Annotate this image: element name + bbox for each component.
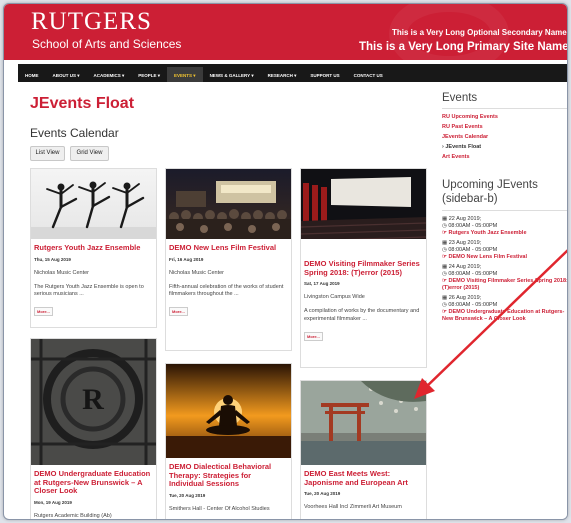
event-card[interactable]: DEMO Visiting Filmmaker Series Spring 20… (300, 168, 427, 368)
secondary-site-name: This is a Very Long Optional Secondary N… (392, 28, 567, 37)
upcoming-heading: Upcoming JEvents (sidebar-b) (442, 179, 538, 206)
event-title-link[interactable]: DEMO New Lens Film Festival (166, 239, 291, 255)
calendar-icon: ▦ (442, 295, 448, 301)
event-location: Nicholas Music Center (34, 269, 90, 276)
event-location: Rutgers Academic Building (Ab) (34, 512, 112, 519)
sidebar-item-art-events[interactable]: Art Events (442, 154, 470, 160)
event-time-text: 08:00AM - 05:00PM (448, 223, 498, 229)
event-date: Sat, 17 Aug 2019 (304, 281, 340, 287)
link-icon: ☞ (442, 230, 447, 236)
rutgers-logo[interactable]: RUTGERS (31, 8, 152, 36)
calendar-icon: ▦ (442, 240, 448, 246)
calendar-title: Events Calendar (30, 126, 119, 140)
event-location: Livingston Campus Wide (304, 294, 365, 301)
event-date: ▦ 24 Aug 2019; (442, 264, 481, 270)
event-time-text: 08:00AM - 05:00PM (448, 302, 498, 308)
event-time: ◷ 08:00AM - 05:00PM (442, 247, 497, 253)
upcoming-event-title: DEMO New Lens Film Festival (448, 254, 528, 260)
event-date: ▦ 23 Aug 2019; (442, 240, 481, 246)
event-card[interactable]: DEMO East Meets West: Japonisme and Euro… (300, 380, 427, 519)
svg-text:R: R (82, 383, 104, 416)
event-date-text: 24 Aug 2019; (448, 264, 482, 270)
upcoming-event-title: DEMO Visiting Filmmaker Series Spring 20… (442, 278, 568, 291)
event-date-text: 23 Aug 2019; (448, 240, 482, 246)
event-date: ▦ 22 Aug 2019; (442, 216, 481, 222)
more-button[interactable]: More... (34, 307, 53, 317)
event-time-text: 08:00AM - 05:00PM (448, 247, 498, 253)
event-card[interactable]: DEMO New Lens Film Festival Fri, 16 Aug … (165, 168, 292, 351)
calendar-icon: ▦ (442, 216, 448, 222)
clock-icon: ◷ (442, 247, 447, 253)
torii-painting[interactable] (301, 381, 426, 465)
crowd-photo[interactable] (166, 169, 291, 239)
event-time: ◷ 08:00AM - 05:00PM (442, 223, 497, 229)
divider (442, 210, 567, 211)
event-date: Tue, 20 Aug 2019 (169, 492, 206, 498)
cinema-photo[interactable] (301, 169, 426, 239)
event-date-text: 26 Aug 2019; (448, 295, 482, 301)
clock-icon: ◷ (442, 271, 447, 277)
site-header: RUTGERS School of Arts and Sciences This… (4, 4, 567, 60)
upcoming-event-title: Rutgers Youth Jazz Ensemble (448, 230, 527, 236)
sidebar-item-label: JEvents Float (445, 144, 482, 150)
sidebar-item-ru-past-events[interactable]: RU Past Events (442, 124, 483, 130)
primary-site-name[interactable]: This is a Very Long Primary Site Name (359, 41, 567, 53)
sidebar-item-jevents-float[interactable]: › JEvents Float (442, 144, 481, 150)
main-content: JEvents Float Events Calendar List View … (18, 82, 568, 519)
sidebar: Events RU Upcoming Events RU Past Events… (442, 82, 568, 519)
school-name[interactable]: School of Arts and Sciences (32, 37, 181, 51)
upcoming-event-link[interactable]: ☞ DEMO Undergraduate Education at Rutger… (442, 309, 567, 322)
link-icon: ☞ (442, 278, 447, 284)
calendar-icon: ▦ (442, 264, 448, 270)
divider (442, 108, 567, 109)
gate-photo[interactable]: R (31, 339, 156, 465)
event-location: Voorhees Hall Incl Zimmerli Art Museum (304, 504, 402, 511)
sidebar-item-ru-upcoming-events[interactable]: RU Upcoming Events (442, 114, 498, 120)
event-time-text: 08:00AM - 05:00PM (448, 271, 498, 277)
event-date: Fri, 16 Aug 2019 (169, 256, 204, 262)
event-description: A compilation of works by the documentar… (304, 308, 420, 322)
event-location: Smithers Hall - Center Of Alcohol Studie… (169, 505, 270, 512)
upcoming-event-link[interactable]: ☞ DEMO New Lens Film Festival (442, 254, 527, 261)
event-card[interactable]: R DEMO Undergraduate Education at Rutger… (30, 338, 157, 519)
event-card[interactable]: Rutgers Youth Jazz Ensemble Thu, 15 Aug … (30, 168, 157, 328)
upcoming-event-link[interactable]: ☞ Rutgers Youth Jazz Ensemble (442, 230, 527, 237)
main-nav: HOME ABOUT US ▾ ACADEMICS ▾ PEOPLE ▾ EVENTS … (18, 64, 567, 85)
event-date-text: 22 Aug 2019; (448, 216, 482, 222)
event-description: The Rutgers Youth Jazz Ensemble is open … (34, 283, 144, 298)
events-heading: Events (442, 92, 478, 104)
event-date: Thu, 15 Aug 2019 (34, 256, 71, 262)
list-view-button[interactable]: List View (30, 146, 65, 161)
event-time: ◷ 08:00AM - 05:00PM (442, 271, 497, 277)
event-title-link[interactable]: DEMO East Meets West: Japonisme and Euro… (301, 465, 426, 489)
link-icon: ☞ (442, 309, 447, 315)
event-time: ◷ 08:00AM - 05:00PM (442, 302, 497, 308)
more-button[interactable]: More... (304, 332, 323, 342)
link-icon: ☞ (442, 254, 447, 260)
event-title-link[interactable]: DEMO Dialectical Behavioral Therapy: Str… (166, 458, 291, 491)
event-date: ▦ 26 Aug 2019; (442, 295, 481, 301)
clock-icon: ◷ (442, 302, 447, 308)
more-button[interactable]: More... (169, 307, 188, 317)
browser-frame: RUTGERS School of Arts and Sciences This… (3, 3, 568, 520)
event-title-link[interactable]: DEMO Undergraduate Education at Rutgers-… (31, 465, 156, 498)
event-card[interactable]: DEMO Dialectical Behavioral Therapy: Str… (165, 363, 292, 519)
upcoming-event-link[interactable]: ☞ DEMO Visiting Filmmaker Series Spring … (442, 278, 568, 291)
event-location: Nicholas Music Center (169, 269, 225, 276)
upcoming-event-title: DEMO Undergraduate Education at Rutgers-… (442, 309, 565, 322)
chevron-right-icon: › (442, 144, 444, 150)
event-title-link[interactable]: Rutgers Youth Jazz Ensemble (31, 239, 156, 255)
page-title: JEvents Float (30, 95, 135, 112)
event-date: Tue, 20 Aug 2019 (304, 491, 341, 497)
event-description: Fifth-annual celebration of the works of… (169, 283, 284, 298)
sidebar-item-jevents-calendar[interactable]: JEvents Calendar (442, 134, 488, 140)
dancers-photo[interactable] (31, 169, 156, 239)
grid-view-button[interactable]: Grid View (70, 146, 109, 161)
event-date: Mon, 19 Aug 2019 (34, 499, 72, 505)
event-title-link[interactable]: DEMO Visiting Filmmaker Series Spring 20… (301, 255, 426, 279)
meditation-photo[interactable] (166, 364, 291, 458)
clock-icon: ◷ (442, 223, 447, 229)
